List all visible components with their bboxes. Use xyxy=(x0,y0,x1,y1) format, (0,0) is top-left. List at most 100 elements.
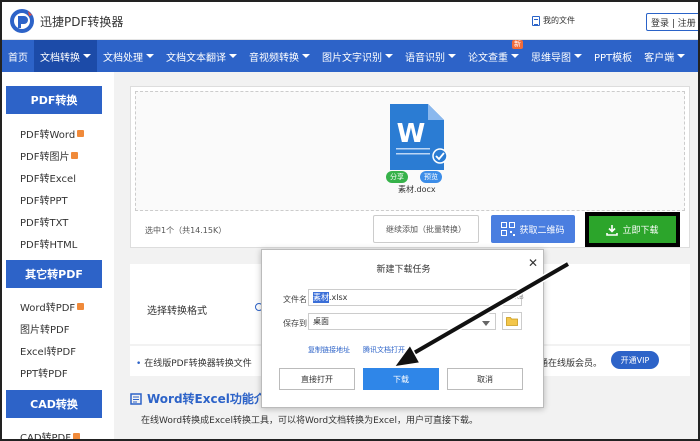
chevron-down-icon xyxy=(83,54,91,58)
nav-item-10[interactable]: 客户端 xyxy=(638,40,691,72)
nav-item-3[interactable]: 文档文本翻译 xyxy=(160,40,243,72)
file-size: 5KB xyxy=(510,293,524,301)
auth-label: 登录 | 注册 xyxy=(651,18,696,29)
download-icon xyxy=(606,224,619,236)
filename-selected-text: 素材 xyxy=(313,292,329,303)
open-vip-button[interactable]: 开通VIP xyxy=(611,351,659,369)
sidebar-item-label: 图片转PDF xyxy=(20,325,70,336)
chevron-down-icon xyxy=(574,54,582,58)
info-text-label: 在线版PDF转换器转换文件 xyxy=(144,359,252,369)
sidebar-item-label: PDF转图片 xyxy=(20,152,70,163)
sidebar-item[interactable]: PDF转图片 xyxy=(20,148,79,163)
file-name: 素材.docx xyxy=(398,185,436,194)
sidebar-item-label: PDF转TXT xyxy=(20,218,69,229)
filename-extension: .xlsx xyxy=(329,293,348,302)
chevron-down-icon[interactable] xyxy=(482,321,490,326)
chevron-down-icon xyxy=(229,54,237,58)
browse-folder-button[interactable] xyxy=(502,312,522,330)
main-nav: 首页 文档转换 文档处理 文档文本翻译 音视频转换 图片文字识别 语音识别 论文查重新思维导图… xyxy=(2,40,698,72)
login-register-button[interactable]: 登录 | 注册 xyxy=(646,13,698,31)
intro-title-label: Word转Excel功能介绍 xyxy=(147,392,278,406)
document-icon xyxy=(532,15,540,26)
intro-text: 在线Word转换成Excel转换工具，可以将Word文档转换为Excel，用户可… xyxy=(141,416,478,426)
tencent-docs-open[interactable]: 腾讯文档打开 xyxy=(363,345,405,355)
sidebar-item[interactable]: PDF转TXT xyxy=(20,214,68,229)
add-more-label: 继续添加（批量转换） xyxy=(386,224,466,234)
word-file-letter: W xyxy=(397,119,426,149)
chevron-down-icon xyxy=(385,54,393,58)
my-files-label: 我的文件 xyxy=(543,16,575,25)
sidebar-item[interactable]: Word转PDF xyxy=(20,299,85,314)
nav-item-label: PPT模板 xyxy=(594,52,633,64)
nav-item-label: 文档转换 xyxy=(40,52,80,64)
sidebar-item[interactable]: CAD转PDF xyxy=(20,429,81,439)
sidebar-item[interactable]: 图片转PDF xyxy=(20,321,69,336)
sidebar-item[interactable]: PDF转Excel xyxy=(20,170,76,185)
qrcode-icon xyxy=(501,222,516,236)
get-qrcode-label: 获取二维码 xyxy=(519,225,565,236)
close-icon[interactable]: ✕ xyxy=(528,256,538,270)
info-text-right: 通在线版会员。 xyxy=(539,359,603,369)
sidebar-item-label: PDF转Word xyxy=(20,130,76,141)
download-highlight-box: 立即下载 xyxy=(585,212,680,247)
hot-icon xyxy=(73,433,81,439)
nav-item-6[interactable]: 语音识别 xyxy=(399,40,462,72)
sidebar-item[interactable]: PDF转PPT xyxy=(20,192,68,207)
download-now-label: 立即下载 xyxy=(622,226,659,236)
nav-item-label: 音视频转换 xyxy=(249,52,299,64)
intro-title: Word转Excel功能介绍 xyxy=(130,390,278,407)
dialog-download-button[interactable]: 下载 xyxy=(363,368,439,390)
chevron-down-icon xyxy=(511,54,519,58)
new-badge: 新 xyxy=(512,40,523,49)
sidebar-head-cad-convert[interactable]: CAD转换 xyxy=(6,390,102,418)
sidebar-item[interactable]: PPT转PDF xyxy=(20,365,68,380)
sidebar: PDF转换 PDF转Word PDF转图片 PDF转Excel PDF转PPT PDF转… xyxy=(2,72,114,439)
nav-item-2[interactable]: 文档处理 xyxy=(97,40,160,72)
chevron-down-icon xyxy=(677,54,686,58)
nav-item-label: 客户端 xyxy=(644,52,675,64)
hot-icon xyxy=(77,130,85,137)
filename-label: 文件名 xyxy=(283,295,307,304)
download-now-button[interactable]: 立即下载 xyxy=(589,216,676,243)
sidebar-item[interactable]: PDF转HTML xyxy=(20,236,77,251)
add-more-button[interactable]: 继续添加（批量转换） xyxy=(373,215,479,243)
nav-item-9[interactable]: PPT模板 xyxy=(588,40,638,72)
sidebar-head-pdf-convert[interactable]: PDF转换 xyxy=(6,86,102,114)
copy-link-address[interactable]: 复制链接地址 xyxy=(308,345,350,355)
sidebar-item-label: PPT转PDF xyxy=(20,369,68,380)
filename-input[interactable]: 素材 .xlsx xyxy=(308,289,522,306)
hot-icon xyxy=(71,152,79,159)
book-icon xyxy=(130,392,142,405)
sidebar-head-other-to-pdf[interactable]: 其它转PDF xyxy=(6,260,102,288)
save-to-select[interactable]: 桌面 xyxy=(308,313,496,330)
nav-item-label: 语音识别 xyxy=(405,52,445,64)
nav-item-1[interactable]: 文档转换 xyxy=(34,40,97,72)
dialog-cancel-button[interactable]: 取消 xyxy=(447,368,523,390)
sidebar-item[interactable]: Excel转PDF xyxy=(20,343,76,358)
word-file-icon: W xyxy=(390,104,448,170)
chevron-down-icon xyxy=(448,54,456,58)
nav-item-label: 首页 xyxy=(8,52,28,64)
nav-item-4[interactable]: 音视频转换 xyxy=(243,40,316,72)
nav-item-label: 思维导图 xyxy=(531,52,571,64)
preview-tag[interactable]: 预览 xyxy=(420,171,442,183)
chevron-down-icon xyxy=(146,54,154,58)
brand-logo-icon[interactable] xyxy=(8,7,36,35)
selected-info: 选中1个（共14.15K） xyxy=(145,226,227,235)
sidebar-item-label: PDF转PPT xyxy=(20,196,68,207)
brand-name[interactable]: 迅捷PDF转换器 xyxy=(40,13,123,30)
sidebar-item[interactable]: PDF转Word xyxy=(20,126,85,141)
save-to-value: 桌面 xyxy=(313,317,329,326)
my-files-link[interactable]: 我的文件 xyxy=(532,15,575,26)
nav-item-0[interactable]: 首页 xyxy=(2,40,34,72)
nav-item-5[interactable]: 图片文字识别 xyxy=(316,40,399,72)
open-directly-button[interactable]: 直接打开 xyxy=(279,368,355,390)
share-tag[interactable]: 分享 xyxy=(386,171,408,183)
dialog-title: 新建下载任务 xyxy=(376,265,431,275)
nav-item-7[interactable]: 论文查重新 xyxy=(462,40,525,72)
chevron-down-icon xyxy=(302,54,310,58)
info-text: • 在线版PDF转换器转换文件 xyxy=(136,356,252,369)
nav-item-8[interactable]: 思维导图 xyxy=(525,40,588,72)
nav-item-label: 图片文字识别 xyxy=(322,52,382,64)
get-qrcode-button[interactable]: 获取二维码 xyxy=(491,215,575,243)
